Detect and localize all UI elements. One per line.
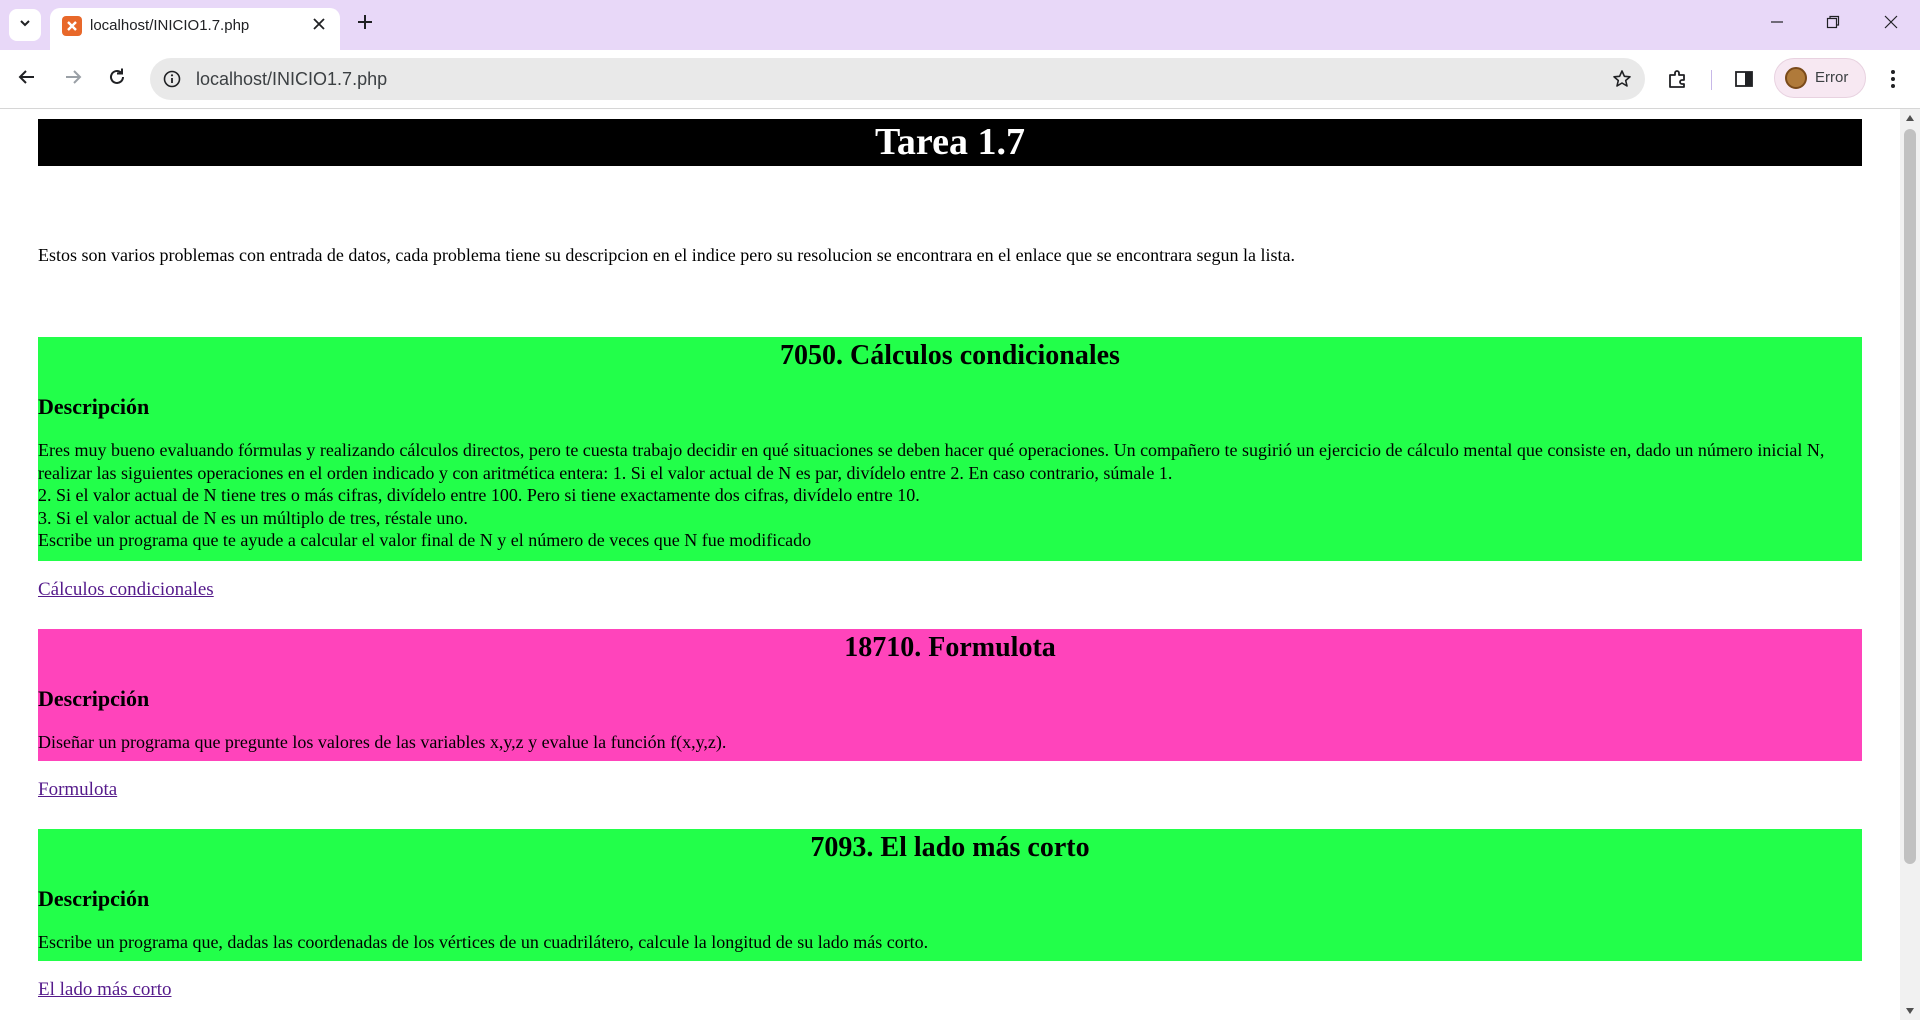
scroll-down-arrow-icon[interactable]	[1904, 1005, 1916, 1017]
link-el-lado-mas-corto[interactable]: El lado más corto	[38, 979, 172, 1001]
page-scrollbar[interactable]	[1900, 109, 1920, 1020]
page-title: Tarea 1.7	[38, 119, 1862, 166]
description-heading: Descripción	[38, 394, 150, 419]
intro-text: Estos son varios problemas con entrada d…	[38, 245, 1296, 265]
problem-title: 7093. El lado más corto	[810, 832, 1090, 863]
browser-toolbar: localhost/INICIO1.7.php Error	[0, 50, 1920, 109]
link-calculos-condicionales[interactable]: Cálculos condicionales	[38, 579, 214, 601]
problem-title: 18710. Formulota	[844, 632, 1056, 663]
scrollbar-thumb[interactable]	[1904, 129, 1916, 864]
page-content: Tarea 1.7 Estos son varios problemas con…	[38, 119, 1862, 1000]
window-close-button[interactable]	[1879, 12, 1903, 36]
link-formulota[interactable]: Formulota	[38, 779, 117, 801]
arrow-right-icon	[63, 67, 83, 92]
star-icon[interactable]	[1611, 68, 1633, 90]
avatar	[1785, 67, 1807, 89]
restore-button[interactable]	[1821, 12, 1845, 36]
problem-box: 7050. Cálculos condicionales Descripción…	[38, 337, 1862, 561]
minimize-button[interactable]	[1765, 12, 1789, 36]
problem-title: 7050. Cálculos condicionales	[780, 340, 1120, 371]
side-panel-icon[interactable]	[1730, 65, 1758, 93]
xampp-icon	[62, 16, 82, 36]
close-icon	[313, 17, 325, 35]
reload-icon	[107, 67, 127, 92]
problem-section-7050: 7050. Cálculos condicionales Descripción…	[38, 337, 1862, 600]
restore-icon	[1826, 15, 1840, 34]
profile-label: Error	[1815, 69, 1849, 86]
description-heading: Descripción	[38, 886, 150, 911]
info-icon[interactable]	[162, 69, 182, 89]
chevron-down-icon	[18, 16, 32, 35]
kebab-menu-icon[interactable]	[1879, 65, 1907, 93]
scroll-up-arrow-icon[interactable]	[1904, 112, 1916, 124]
problem-section-18710: 18710. Formulota Descripción Diseñar un …	[38, 629, 1862, 800]
close-icon	[1884, 15, 1898, 34]
tab-search-button[interactable]	[9, 9, 41, 41]
address-bar[interactable]: localhost/INICIO1.7.php	[150, 58, 1645, 100]
profile-button[interactable]: Error	[1774, 58, 1866, 98]
page-viewport: Tarea 1.7 Estos son varios problemas con…	[0, 109, 1900, 1020]
description-text: Diseñar un programa que pregunte los val…	[38, 732, 727, 752]
description-text: Eres muy bueno evaluando fórmulas y real…	[38, 440, 1825, 550]
toolbar-divider	[1711, 70, 1712, 90]
browser-tab[interactable]: localhost/INICIO1.7.php	[50, 8, 340, 50]
description-heading: Descripción	[38, 686, 150, 711]
description-text: Escribe un programa que, dadas las coord…	[38, 932, 929, 952]
problem-box: 18710. Formulota Descripción Diseñar un …	[38, 629, 1862, 761]
tab-close-button[interactable]	[308, 15, 330, 37]
forward-button[interactable]	[59, 65, 87, 93]
reload-button[interactable]	[103, 65, 131, 93]
puzzle-icon[interactable]	[1664, 65, 1692, 93]
back-button[interactable]	[13, 65, 41, 93]
problem-section-7093: 7093. El lado más corto Descripción Escr…	[38, 829, 1862, 1000]
plus-icon	[357, 14, 373, 35]
tab-title: localhost/INICIO1.7.php	[90, 17, 250, 34]
new-tab-button[interactable]	[352, 11, 378, 37]
url-text[interactable]: localhost/INICIO1.7.php	[196, 69, 387, 89]
problem-box: 7093. El lado más corto Descripción Escr…	[38, 829, 1862, 961]
arrow-left-icon	[17, 67, 37, 92]
tab-strip: localhost/INICIO1.7.php	[0, 0, 1920, 50]
minimize-icon	[1770, 15, 1784, 34]
